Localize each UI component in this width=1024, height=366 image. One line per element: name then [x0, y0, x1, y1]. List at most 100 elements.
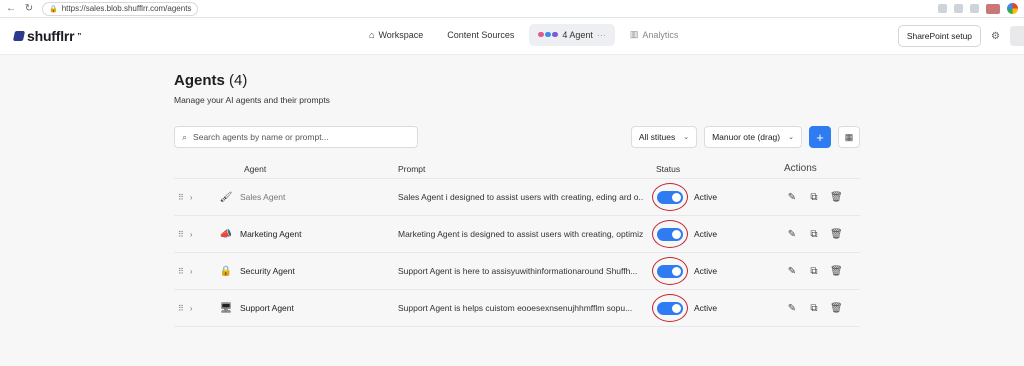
agent-icon: 📣 — [219, 228, 233, 240]
status-toggle[interactable] — [657, 227, 683, 241]
profile-avatar[interactable] — [986, 3, 1000, 14]
header-agent: Agent — [244, 163, 267, 174]
search-input[interactable] — [193, 132, 394, 142]
header-status: Status — [656, 163, 681, 174]
lock-icon: 🔒 — [49, 5, 58, 13]
chevron-down-icon: ⌄ — [683, 134, 690, 141]
agents-page: Agents (4) Manage your AI agents and the… — [174, 72, 860, 327]
copy-icon[interactable]: ⧉ — [808, 266, 820, 277]
settings-icon[interactable] — [970, 4, 979, 13]
status-toggle[interactable] — [657, 190, 683, 204]
sharepoint-setup-button[interactable]: SharePoint setup — [897, 25, 982, 47]
tab-agents[interactable]: 4 Agent ··· — [529, 23, 615, 46]
tab-content-sources[interactable]: Content Sources — [438, 24, 523, 46]
edit-icon[interactable]: ✎ — [786, 229, 798, 240]
home-icon: ⌂ — [369, 29, 375, 40]
agent-count: (4) — [229, 72, 248, 89]
order-select-value: Manuor ote (drag) — [712, 132, 781, 142]
browser-toolbar: ← ↻ 🔒 https://sales.blob.shufflrr.com/ag… — [0, 0, 1024, 18]
agent-name[interactable]: Sales Agent — [240, 192, 285, 202]
table-row: ⠿ › 🔒 Security Agent Support Agent is he… — [174, 253, 860, 290]
logo-mark-icon — [12, 31, 26, 41]
delete-icon[interactable]: 🗑 — [830, 266, 843, 277]
search-box: ⌕ — [174, 126, 418, 148]
agent-icon: 🖥 — [219, 302, 233, 314]
agent-prompt: Support Agent is helps cuistom eooesexns… — [398, 303, 633, 313]
grid-view-button[interactable]: ▦ — [838, 126, 860, 148]
edit-icon[interactable]: ✎ — [786, 266, 798, 277]
chevron-right-icon[interactable]: › — [190, 304, 193, 313]
reload-icon[interactable]: ↻ — [24, 3, 34, 14]
table-row: ⠿ › 🖥 Support Agent Support Agent is hel… — [174, 290, 860, 327]
back-icon[interactable]: ← — [6, 3, 16, 14]
chevron-down-icon: ⌄ — [788, 134, 794, 141]
toolbar-controls: All stitues ⌄ Manuor ote (drag) ⌄ + ▦ — [630, 126, 860, 148]
chevron-right-icon[interactable]: › — [190, 230, 193, 239]
gear-icon[interactable]: ⚙ — [991, 31, 1000, 42]
analytics-icon: ▥ — [629, 29, 639, 39]
brand-logo[interactable]: shufflrr” — [12, 28, 82, 44]
order-select[interactable]: Manuor ote (drag) ⌄ — [704, 126, 802, 148]
status-text: Active — [694, 266, 718, 276]
page-subtitle: Manage your AI agents and their prompts — [174, 95, 330, 105]
table-header: Agent Prompt Status Actions — [174, 159, 860, 179]
edit-icon[interactable]: ✎ — [786, 303, 798, 314]
header-actions: SharePoint setup ⚙ — [897, 25, 1024, 47]
more-icon: ··· — [596, 29, 606, 40]
agent-prompt: Support Agent is here to assisyuwithinfo… — [398, 266, 638, 276]
top-navigation: ⌂ Workspace Content Sources 4 Agent ··· … — [360, 23, 687, 46]
url-text: https://sales.blob.shufflrr.com/agents — [61, 4, 192, 13]
agent-icon: 🔒 — [219, 265, 233, 277]
tab-workspace[interactable]: ⌂ Workspace — [360, 24, 432, 46]
extension-icon[interactable] — [938, 4, 947, 13]
tab-analytics-label: Analytics — [642, 29, 679, 40]
agent-name[interactable]: Support Agent — [240, 303, 294, 313]
agents-table: Agent Prompt Status Actions ⠿ › 🖌 Sales … — [174, 159, 860, 327]
agents-tab-icon — [538, 32, 559, 37]
brand-name: shufflrr — [27, 28, 75, 44]
edit-icon[interactable]: ✎ — [786, 192, 798, 203]
drag-handle-icon[interactable]: ⠿ — [178, 304, 184, 313]
copy-icon[interactable]: ⧉ — [808, 229, 820, 240]
drag-handle-icon[interactable]: ⠿ — [178, 267, 184, 276]
status-text: Active — [694, 229, 718, 239]
address-bar[interactable]: 🔒 https://sales.blob.shufflrr.com/agents — [42, 1, 198, 16]
status-text: Active — [694, 303, 718, 313]
grid-icon: ▦ — [844, 131, 854, 142]
status-toggle[interactable] — [657, 301, 683, 315]
tab-agents-label: 4 Agent — [562, 29, 593, 40]
brand-mark: ” — [77, 31, 82, 41]
copy-icon[interactable]: ⧉ — [808, 303, 820, 314]
drag-handle-icon[interactable]: ⠿ — [178, 230, 184, 239]
chevron-right-icon[interactable]: › — [190, 193, 193, 202]
delete-icon[interactable]: 🗑 — [830, 303, 843, 314]
add-agent-button[interactable]: + — [809, 126, 831, 148]
status-filter-select[interactable]: All stitues ⌄ — [630, 126, 698, 148]
drag-handle-icon[interactable]: ⠿ — [178, 193, 184, 202]
side-panel-handle[interactable] — [1010, 26, 1024, 46]
agent-name[interactable]: Security Agent — [240, 266, 295, 276]
copy-icon[interactable]: ⧉ — [808, 192, 820, 203]
delete-icon[interactable]: 🗑 — [830, 192, 843, 203]
page-title-text: Agents — [174, 72, 225, 89]
tab-analytics[interactable]: ▥ Analytics — [621, 23, 688, 46]
browser-menu-icon[interactable] — [1007, 3, 1018, 14]
delete-icon[interactable]: 🗑 — [830, 229, 843, 240]
header-actions: Actions — [784, 163, 817, 174]
agent-name[interactable]: Marketing Agent — [240, 229, 301, 239]
agent-prompt: Sales Agent i designed to assist users w… — [398, 192, 644, 202]
favorite-icon[interactable] — [954, 4, 963, 13]
table-row: ⠿ › 🖌 Sales Agent Sales Agent i designed… — [174, 179, 860, 216]
browser-extensions — [938, 3, 1018, 14]
search-icon: ⌕ — [182, 131, 188, 142]
table-row: ⠿ › 📣 Marketing Agent Marketing Agent is… — [174, 216, 860, 253]
agent-icon: 🖌 — [219, 191, 233, 203]
status-filter-value: All stitues — [638, 132, 676, 142]
status-toggle[interactable] — [657, 264, 683, 278]
agents-toolbar: ⌕ All stitues ⌄ Manuor ote (drag) ⌄ + ▦ — [174, 126, 860, 148]
page-title: Agents (4) — [174, 72, 860, 89]
chevron-right-icon[interactable]: › — [190, 267, 193, 276]
tab-workspace-label: Workspace — [378, 29, 424, 40]
header-prompt: Prompt — [398, 163, 426, 174]
status-text: Active — [694, 192, 718, 202]
